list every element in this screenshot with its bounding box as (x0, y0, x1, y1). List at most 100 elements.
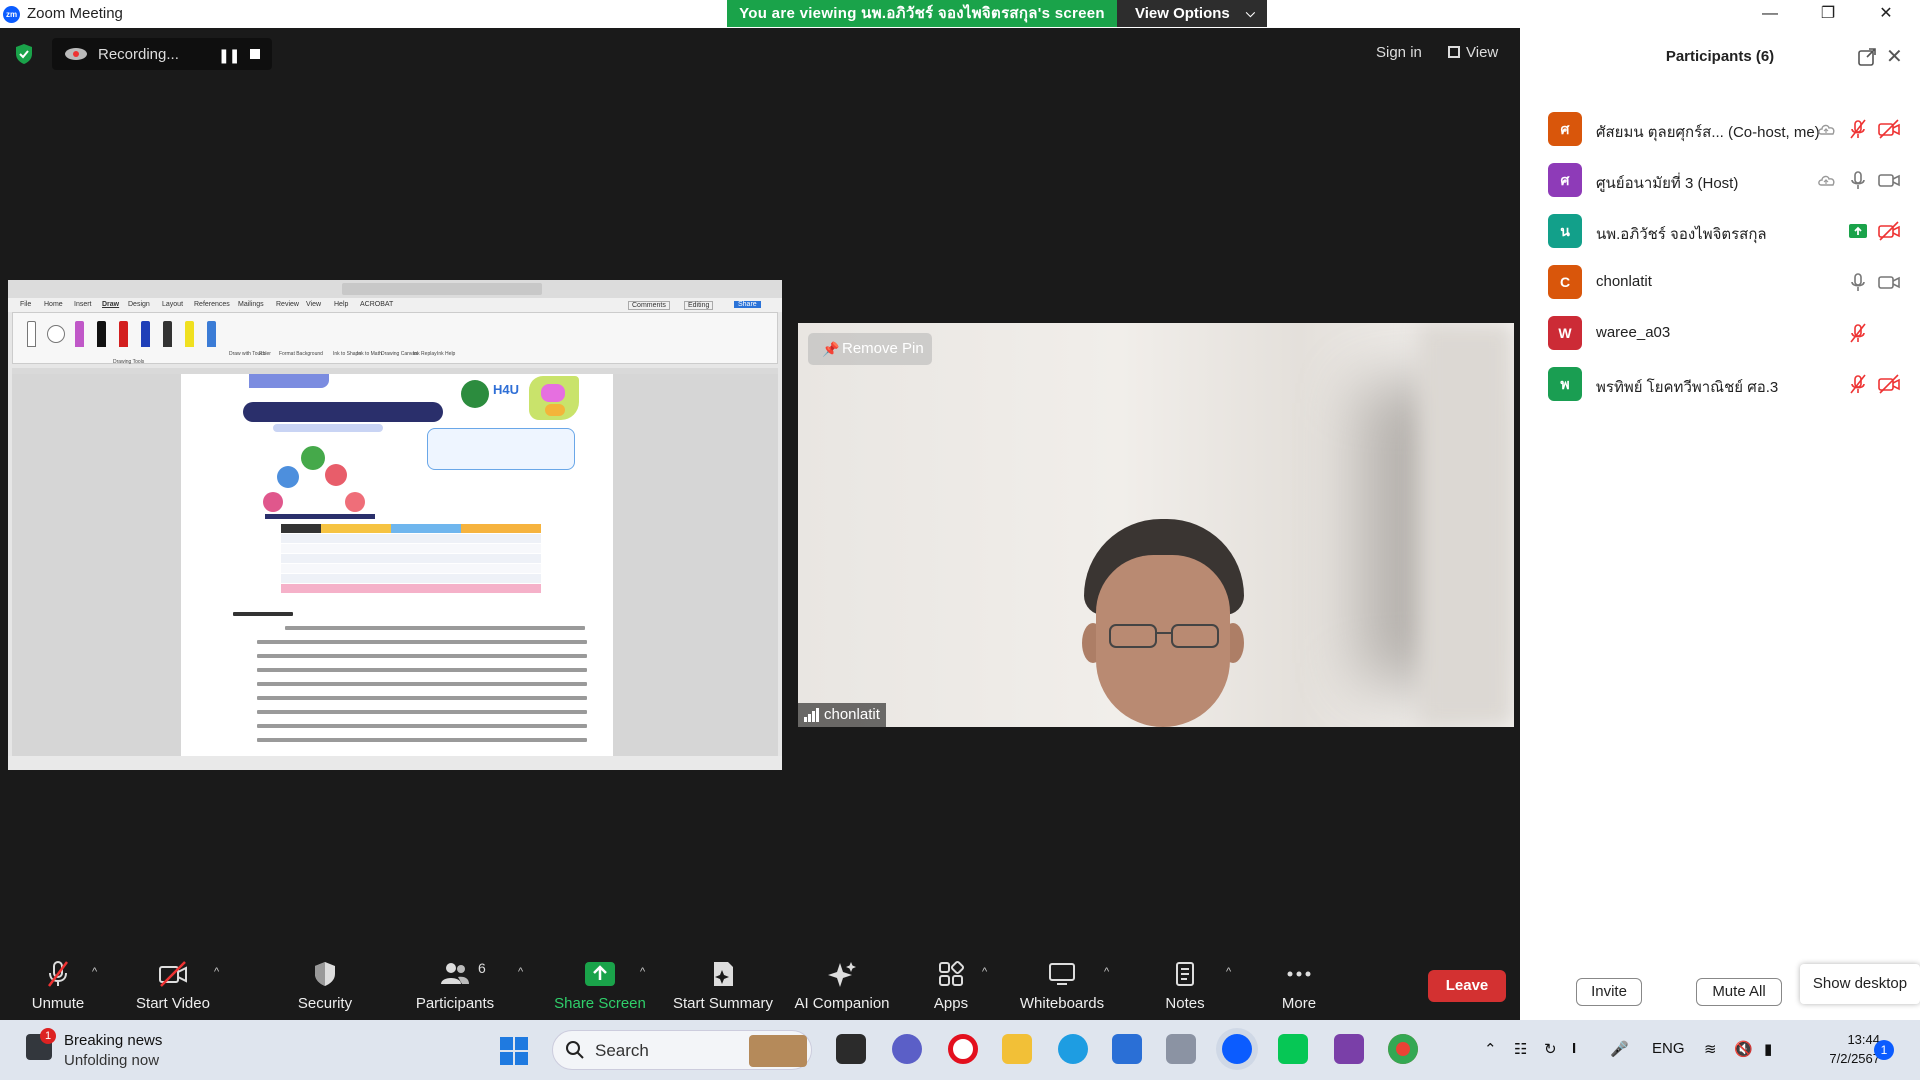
news-widget[interactable]: 1 Breaking news Unfolding now (26, 1028, 196, 1072)
store-icon[interactable] (1112, 1034, 1142, 1064)
chrome-icon[interactable] (1388, 1034, 1418, 1064)
share-screen-button[interactable]: Share Screen (548, 948, 652, 1020)
edge-icon[interactable] (1058, 1034, 1088, 1064)
stop-recording-icon[interactable] (250, 49, 260, 59)
chevron-up-icon[interactable]: ⌃ (1484, 1040, 1497, 1058)
taskbar-search[interactable]: Search (552, 1030, 812, 1070)
windows-start-icon[interactable] (500, 1037, 528, 1065)
invite-button[interactable]: Invite (1576, 978, 1642, 1006)
share-options-caret[interactable]: ^ (640, 966, 645, 978)
participants-options-caret[interactable]: ^ (518, 966, 523, 978)
opera-icon[interactable] (948, 1034, 978, 1064)
select-tool-icon (27, 321, 36, 347)
video-off-icon[interactable] (1878, 220, 1900, 242)
video-off-icon[interactable] (1878, 373, 1900, 395)
notification-badge[interactable]: 1 (1874, 1040, 1894, 1060)
doc-text-line (257, 738, 587, 742)
start-video-button[interactable]: Start Video (128, 948, 218, 1020)
speaker-muted-icon[interactable]: 🔇 (1734, 1040, 1753, 1058)
task-view-icon[interactable] (836, 1034, 866, 1064)
view-button[interactable]: View (1442, 40, 1504, 65)
participants-label: Participants (415, 995, 495, 1012)
mic-muted-icon[interactable] (1847, 118, 1869, 140)
more-button[interactable]: More (1266, 948, 1332, 1020)
whiteboards-options-caret[interactable]: ^ (1104, 966, 1109, 978)
minimize-icon[interactable]: — (1742, 0, 1798, 28)
video-tile[interactable]: 📌 Remove Pin chonlatit (798, 323, 1514, 727)
file-explorer-icon[interactable] (1002, 1034, 1032, 1064)
participant-row[interactable]: ศ ศูนย์อนามัยที่ 3 (Host) (1520, 155, 1920, 205)
language-indicator[interactable]: ENG (1652, 1040, 1685, 1057)
video-off-icon[interactable] (1878, 118, 1900, 140)
close-icon[interactable]: ✕ (1886, 44, 1903, 69)
participant-row[interactable]: Cchonlatit (1520, 257, 1920, 307)
shared-screen[interactable]: File Home Insert Draw Design Layout Refe… (8, 280, 782, 770)
apps-button[interactable]: Apps (920, 948, 982, 1020)
share-screen-icon (585, 962, 615, 986)
video-icon[interactable] (1878, 169, 1900, 191)
word-titlebar (8, 280, 782, 298)
avatar: พ (1548, 367, 1582, 401)
word-menu-item: View (306, 301, 322, 308)
security-button[interactable]: Security (290, 948, 360, 1020)
sign-in-button[interactable]: Sign in (1370, 40, 1428, 65)
participant-row[interactable]: น นพ.อภิวัชร์ จองไพจิตรสกุล (1520, 206, 1920, 256)
view-label: View (1466, 44, 1499, 61)
ai-companion-label: AI Companion (794, 995, 890, 1012)
region-map-icon (545, 404, 565, 416)
apps-icon (939, 960, 965, 986)
close-icon[interactable]: ✕ (1858, 0, 1914, 28)
mic-muted-icon[interactable] (1847, 322, 1869, 344)
battery-icon[interactable]: ▮ (1764, 1040, 1772, 1058)
word-menu-item: Layout (162, 301, 184, 308)
line-icon[interactable] (1278, 1034, 1308, 1064)
microphone-icon[interactable]: 🎤 (1610, 1040, 1629, 1058)
leave-button[interactable]: Leave (1428, 970, 1506, 1002)
word-menu-item: Home (44, 301, 63, 308)
ribbon-tool-label: Ruler (259, 351, 271, 357)
participants-button[interactable]: 6 Participants (410, 948, 500, 1020)
whiteboards-button[interactable]: Whiteboards (1014, 948, 1110, 1020)
taskbar-clock[interactable]: 13:44 7/2/2567 (1800, 1030, 1880, 1068)
pdf-app-icon[interactable] (1334, 1034, 1364, 1064)
cloud-recording-icon[interactable] (1816, 118, 1838, 140)
show-desktop-tooltip: Show desktop (1800, 964, 1920, 1004)
restore-icon[interactable]: ❐ (1800, 0, 1856, 28)
sync-icon[interactable]: ↻ (1544, 1040, 1557, 1058)
apps-options-caret[interactable]: ^ (982, 966, 987, 978)
view-options-button[interactable]: View Options ⌵ (1117, 0, 1267, 27)
avatar: ศ (1548, 112, 1582, 146)
health-logo-icon (461, 380, 489, 408)
mic-muted-icon[interactable] (1847, 373, 1869, 395)
tray-app-icon[interactable]: ☷ (1514, 1040, 1527, 1058)
app-icon[interactable] (1166, 1034, 1196, 1064)
popout-icon[interactable] (1858, 48, 1876, 66)
participant-row[interactable]: Wwaree_a03 (1520, 308, 1920, 358)
cloud-recording-icon[interactable] (1816, 169, 1838, 191)
teams-chat-icon[interactable] (892, 1034, 922, 1064)
notes-options-caret[interactable]: ^ (1226, 966, 1231, 978)
video-options-caret[interactable]: ^ (214, 966, 219, 978)
pen-icon (207, 321, 216, 347)
video-icon[interactable] (1878, 271, 1900, 293)
remove-pin-label: Remove Pin (842, 340, 924, 357)
start-summary-button[interactable]: Start Summary (668, 948, 778, 1020)
share-screen-icon[interactable] (1847, 220, 1869, 242)
remove-pin-button[interactable]: 📌 Remove Pin (808, 333, 932, 365)
audio-options-caret[interactable]: ^ (92, 966, 97, 978)
mic-icon[interactable] (1847, 169, 1869, 191)
notes-button[interactable]: Notes (1152, 948, 1218, 1020)
mic-icon[interactable] (1847, 271, 1869, 293)
ai-companion-button[interactable]: AI Companion (788, 948, 896, 1020)
doc-heading (233, 612, 293, 616)
participant-row[interactable]: ศ ศัสยมน ตุลยศุกร์ส... (Co-host, me) (1520, 104, 1920, 154)
participant-row[interactable]: พ พรทิพย์ โยคทวีพาณิชย์ ศอ.3 (1520, 359, 1920, 409)
tray-app-icon[interactable]: I (1572, 1040, 1576, 1057)
zoom-icon[interactable] (1222, 1034, 1252, 1064)
wifi-icon[interactable]: ≋ (1704, 1040, 1717, 1058)
news-subtitle: Unfolding now (64, 1052, 160, 1069)
unmute-button[interactable]: Unmute (18, 948, 98, 1020)
pause-recording-icon[interactable]: ❚❚ (218, 47, 240, 64)
mute-all-button[interactable]: Mute All (1696, 978, 1782, 1006)
shield-icon[interactable] (14, 43, 34, 65)
